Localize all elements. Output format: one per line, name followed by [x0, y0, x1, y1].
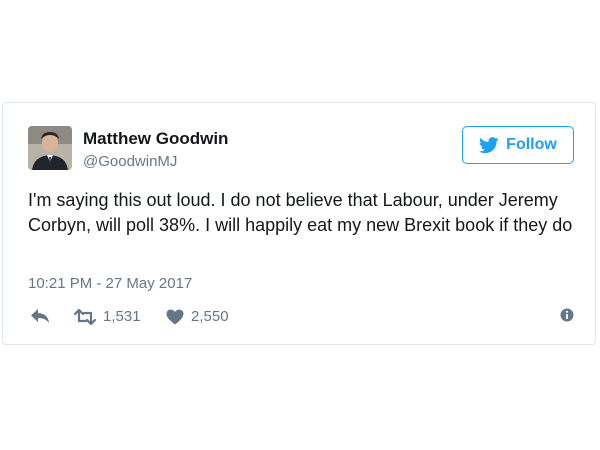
like-button[interactable]: 2,550 [166, 308, 229, 325]
avatar[interactable] [28, 126, 72, 170]
twitter-bird-icon [479, 136, 499, 153]
tweet-text: I'm saying this out loud. I do not belie… [28, 190, 573, 235]
retweet-button[interactable]: 1,531 [74, 308, 141, 325]
user-handle[interactable]: @GoodwinMJ [83, 153, 177, 170]
follow-button[interactable]: Follow [462, 126, 574, 164]
profile-photo-icon [28, 126, 72, 170]
reply-button[interactable] [30, 308, 50, 324]
tweet-actions: 1,531 2,550 [28, 308, 578, 328]
more-info-button[interactable] [560, 308, 574, 322]
follow-label: Follow [506, 136, 557, 153]
retweet-count: 1,531 [103, 308, 141, 325]
reply-icon [31, 309, 49, 323]
display-name[interactable]: Matthew Goodwin [83, 129, 228, 149]
like-count: 2,550 [191, 308, 229, 325]
retweet-icon [74, 308, 96, 325]
tweet-card: Matthew Goodwin @GoodwinMJ Follow I'm sa… [2, 102, 596, 345]
tweet-timestamp[interactable]: 10:21 PM - 27 May 2017 [28, 275, 192, 292]
info-icon [560, 308, 574, 322]
heart-icon [166, 309, 184, 324]
